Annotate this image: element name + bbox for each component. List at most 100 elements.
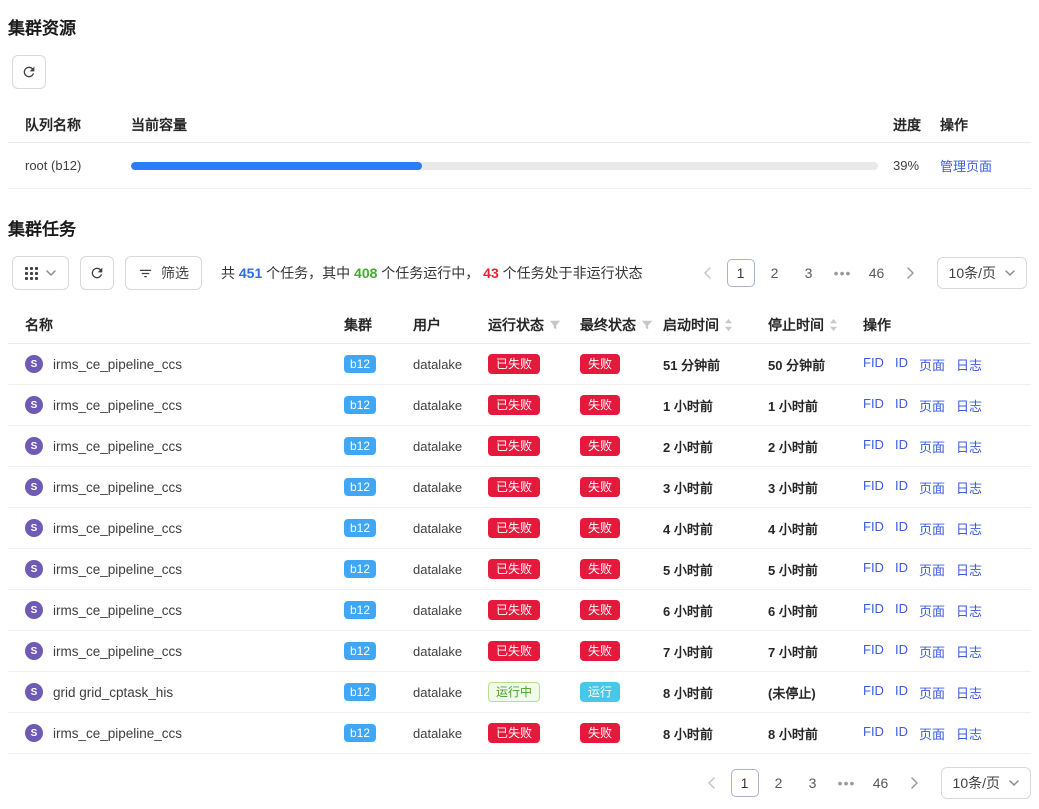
page-size-select[interactable]: 10条/页	[937, 257, 1027, 289]
table-row: S irms_ce_pipeline_ccs b12 datalake 已失败 …	[8, 631, 1031, 672]
fid-link[interactable]: FID	[863, 519, 884, 538]
final-status-badge: 失败	[580, 518, 620, 538]
refresh-icon	[89, 265, 105, 281]
page-button-1[interactable]: 1	[727, 259, 755, 287]
cluster-badge: b12	[344, 396, 376, 414]
cluster-badge: b12	[344, 355, 376, 373]
layout-button[interactable]	[12, 256, 69, 290]
chevron-right-icon	[907, 267, 915, 279]
log-link[interactable]: 日志	[956, 355, 982, 374]
page-link[interactable]: 页面	[919, 683, 945, 702]
id-link[interactable]: ID	[895, 560, 908, 579]
filter-button[interactable]: 筛选	[125, 256, 202, 290]
refresh-icon	[21, 64, 37, 80]
run-status-badge: 已失败	[488, 354, 540, 374]
final-status-badge: 失败	[580, 723, 620, 743]
page-button-46[interactable]: 46	[863, 259, 891, 287]
id-link[interactable]: ID	[895, 724, 908, 743]
page-button-3[interactable]: 3	[795, 259, 823, 287]
page-size-select[interactable]: 10条/页	[941, 767, 1031, 799]
fid-link[interactable]: FID	[863, 437, 884, 456]
page-size-value: 10条/页	[949, 263, 996, 283]
task-name: irms_ce_pipeline_ccs	[53, 521, 182, 536]
progress-fill	[131, 162, 422, 170]
filter-icon	[138, 266, 153, 281]
page-link[interactable]: 页面	[919, 642, 945, 661]
start-time-sort-icon[interactable]	[724, 318, 733, 332]
prev-page-button[interactable]	[693, 259, 721, 287]
final-status-filter-icon[interactable]	[641, 319, 653, 331]
user-name: datalake	[413, 726, 488, 741]
next-page-button[interactable]	[897, 259, 925, 287]
fid-link[interactable]: FID	[863, 478, 884, 497]
start-time: 5 小时前	[663, 560, 768, 579]
chevron-left-icon	[703, 267, 711, 279]
log-link[interactable]: 日志	[956, 601, 982, 620]
log-link[interactable]: 日志	[956, 683, 982, 702]
page-button-2[interactable]: 2	[761, 259, 789, 287]
resources-refresh-button[interactable]	[12, 55, 46, 89]
log-link[interactable]: 日志	[956, 396, 982, 415]
page-button-3[interactable]: 3	[799, 769, 827, 797]
spark-avatar: S	[25, 355, 43, 373]
id-link[interactable]: ID	[895, 683, 908, 702]
stop-time-sort-icon[interactable]	[829, 318, 838, 332]
final-status-header: 最终状态	[580, 315, 636, 335]
id-link[interactable]: ID	[895, 478, 908, 497]
fid-link[interactable]: FID	[863, 724, 884, 743]
fid-link[interactable]: FID	[863, 560, 884, 579]
tasks-refresh-button[interactable]	[80, 256, 114, 290]
page-link[interactable]: 页面	[919, 519, 945, 538]
fid-link[interactable]: FID	[863, 642, 884, 661]
id-link[interactable]: ID	[895, 396, 908, 415]
run-status-filter-icon[interactable]	[549, 319, 561, 331]
log-link[interactable]: 日志	[956, 560, 982, 579]
cluster-badge: b12	[344, 437, 376, 455]
page-link[interactable]: 页面	[919, 437, 945, 456]
log-link[interactable]: 日志	[956, 519, 982, 538]
page-ellipsis[interactable]: •••	[829, 259, 857, 287]
run-status-badge: 已失败	[488, 477, 540, 497]
page-button-46[interactable]: 46	[867, 769, 895, 797]
log-link[interactable]: 日志	[956, 478, 982, 497]
fid-link[interactable]: FID	[863, 683, 884, 702]
id-link[interactable]: ID	[895, 601, 908, 620]
table-row: S irms_ce_pipeline_ccs b12 datalake 已失败 …	[8, 426, 1031, 467]
task-table-body: S irms_ce_pipeline_ccs b12 datalake 已失败 …	[8, 344, 1031, 754]
fid-link[interactable]: FID	[863, 601, 884, 620]
next-page-button[interactable]	[901, 769, 929, 797]
id-link[interactable]: ID	[895, 437, 908, 456]
page-link[interactable]: 页面	[919, 396, 945, 415]
log-link[interactable]: 日志	[956, 724, 982, 743]
id-link[interactable]: ID	[895, 355, 908, 374]
table-row: S irms_ce_pipeline_ccs b12 datalake 已失败 …	[8, 549, 1031, 590]
stop-time: 50 分钟前	[768, 355, 863, 374]
spark-avatar: S	[25, 437, 43, 455]
page-link[interactable]: 页面	[919, 355, 945, 374]
page-link[interactable]: 页面	[919, 560, 945, 579]
page-button-2[interactable]: 2	[765, 769, 793, 797]
table-row: S irms_ce_pipeline_ccs b12 datalake 已失败 …	[8, 508, 1031, 549]
chevron-down-icon	[46, 270, 56, 276]
run-status-badge: 已失败	[488, 436, 540, 456]
stop-time: 5 小时前	[768, 560, 863, 579]
page-link[interactable]: 页面	[919, 478, 945, 497]
stop-time: 8 小时前	[768, 724, 863, 743]
progress-value: 39%	[893, 158, 940, 173]
final-status-badge: 失败	[580, 395, 620, 415]
page-link[interactable]: 页面	[919, 724, 945, 743]
id-link[interactable]: ID	[895, 519, 908, 538]
fid-link[interactable]: FID	[863, 396, 884, 415]
start-time: 7 小时前	[663, 642, 768, 661]
task-summary: 共 451 个任务，其中 408 个任务运行中， 43 个任务处于非运行状态	[221, 263, 643, 283]
page-link[interactable]: 页面	[919, 601, 945, 620]
page-button-1[interactable]: 1	[731, 769, 759, 797]
log-link[interactable]: 日志	[956, 437, 982, 456]
manage-page-link[interactable]: 管理页面	[940, 159, 992, 174]
prev-page-button[interactable]	[697, 769, 725, 797]
page-ellipsis[interactable]: •••	[833, 769, 861, 797]
log-link[interactable]: 日志	[956, 642, 982, 661]
chevron-left-icon	[707, 777, 715, 789]
fid-link[interactable]: FID	[863, 355, 884, 374]
id-link[interactable]: ID	[895, 642, 908, 661]
